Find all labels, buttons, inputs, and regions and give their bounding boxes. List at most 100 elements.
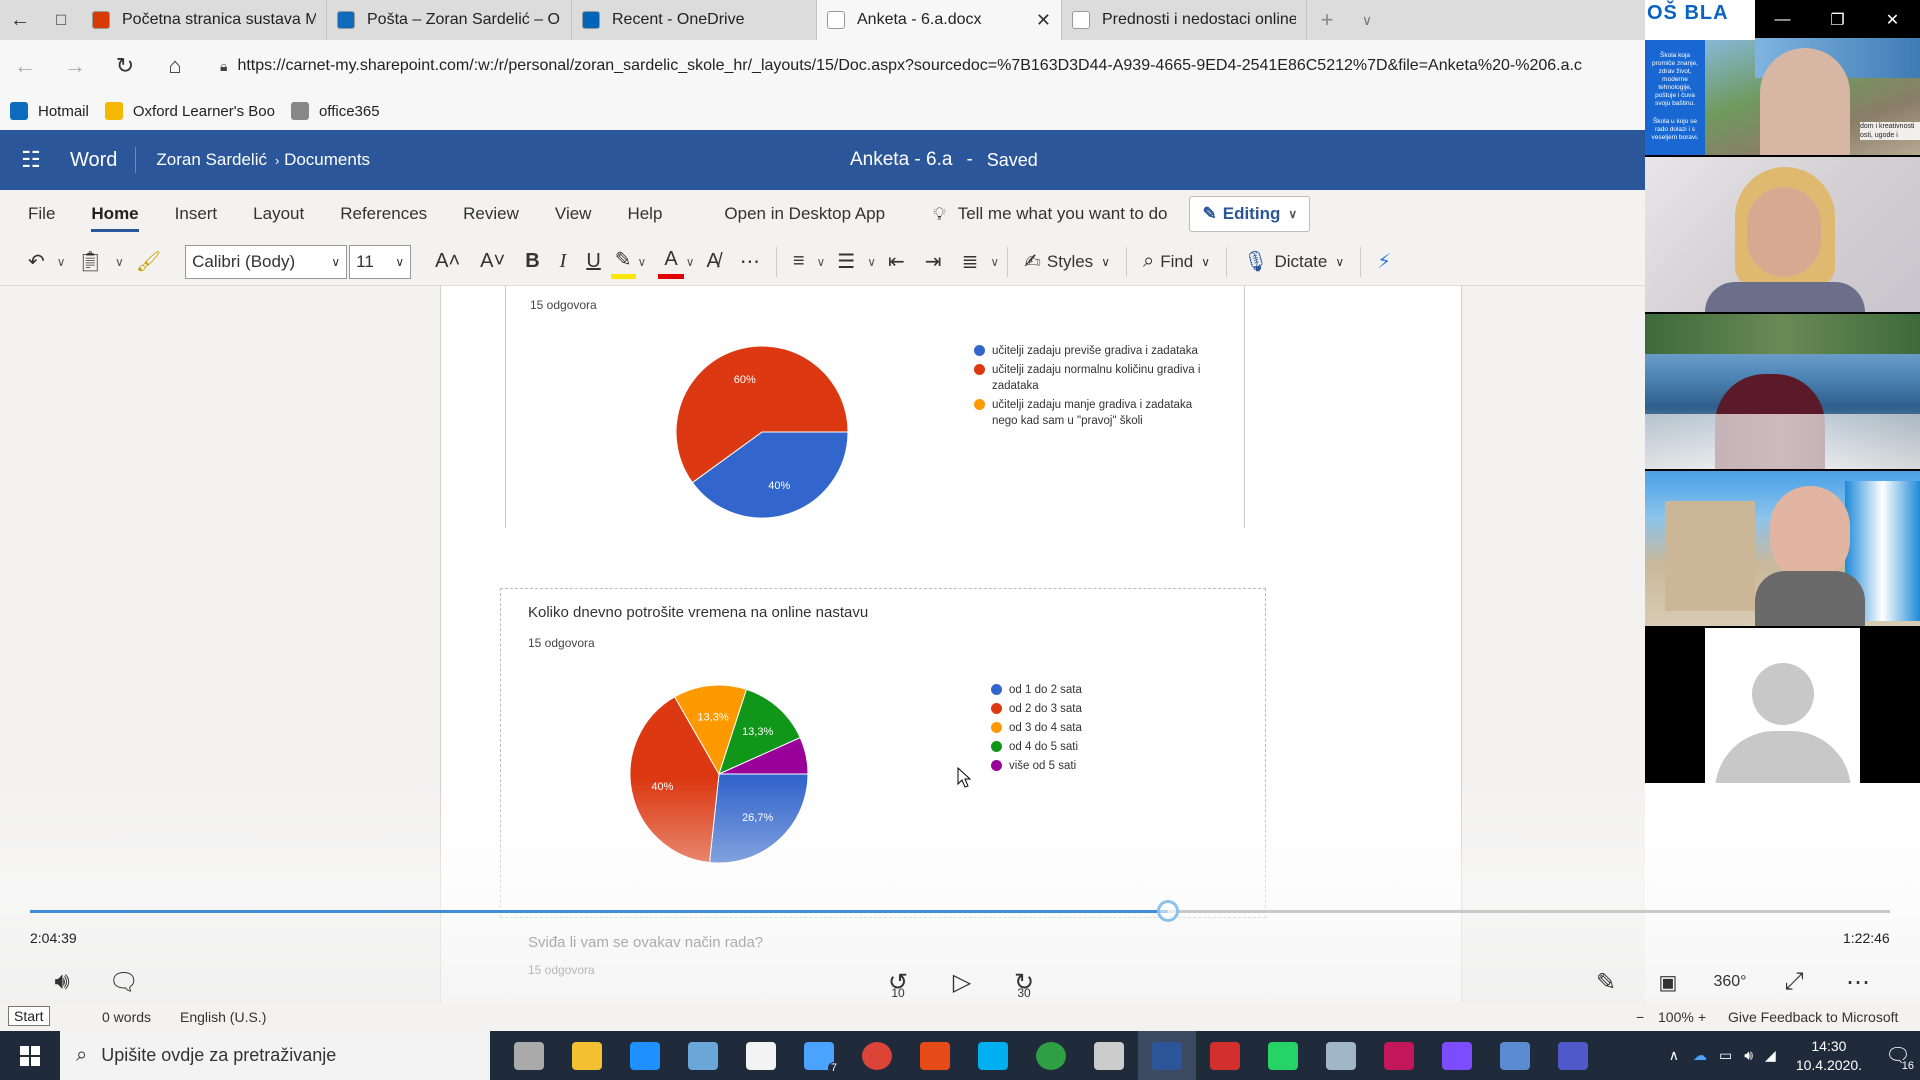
ribbon-tab[interactable]: References (322, 190, 445, 238)
zoom-level[interactable]: 100% (1658, 1009, 1694, 1025)
taskbar-app-icon[interactable] (1486, 1031, 1544, 1080)
url-field[interactable]: 🔒︎ https://carnet-my.sharepoint.com/:w:/… (210, 48, 1645, 84)
back-to-tabs-icon[interactable]: ← (0, 0, 40, 40)
taskbar-app-icon[interactable] (1312, 1031, 1370, 1080)
participant-tile-3[interactable] (1645, 314, 1920, 469)
taskbar-app-icon[interactable]: 7 (790, 1031, 848, 1080)
align-icon[interactable]: ≣ (952, 238, 989, 286)
taskbar-app-icon[interactable] (848, 1031, 906, 1080)
editing-mode-button[interactable]: ✎ Editing ∨ (1189, 196, 1311, 232)
taskbar-app-icon[interactable] (1428, 1031, 1486, 1080)
numbering-icon[interactable]: ☰ (827, 238, 865, 286)
browser-tab[interactable]: Recent - OneDrive (572, 0, 817, 40)
word-count[interactable]: 0 words (102, 1009, 151, 1025)
owner-name[interactable]: Zoran Sardelić (156, 150, 267, 170)
taskbar-app-icon[interactable] (1254, 1031, 1312, 1080)
favorite-link[interactable]: office365 (290, 102, 380, 120)
dictate-button[interactable]: 🎙︎ Dictate ∨ (1233, 238, 1354, 286)
taskbar-app-icon[interactable] (1022, 1031, 1080, 1080)
new-tab-button[interactable]: + (1307, 0, 1347, 40)
tray-chevron-icon[interactable]: ∧ (1669, 1047, 1679, 1064)
underline-icon[interactable]: U (576, 238, 610, 286)
paste-icon[interactable]: 📋︎ (68, 238, 113, 286)
italic-icon[interactable]: I (550, 238, 577, 286)
increase-indent-icon[interactable]: ⇥ (915, 238, 952, 286)
taskbar-app-icon[interactable] (674, 1031, 732, 1080)
browser-tab[interactable]: Početna stranica sustava Mi (82, 0, 327, 40)
font-color-dropdown-icon[interactable]: ∨ (684, 238, 697, 286)
bullets-icon[interactable]: ≡ (783, 238, 815, 286)
close-tab-icon[interactable]: ✕ (1036, 10, 1051, 31)
ribbon-tab[interactable]: Help (609, 190, 680, 238)
app-launcher-icon[interactable]: ☷ (0, 130, 62, 190)
minimize-icon[interactable]: — (1755, 0, 1810, 40)
taskbar-app-icon[interactable] (1196, 1031, 1254, 1080)
pen-icon[interactable]: ✎ (1588, 962, 1624, 1002)
taskbar-app-icon[interactable] (964, 1031, 1022, 1080)
fullscreen-icon[interactable]: ⤢ (1776, 962, 1812, 1002)
taskbar-app-icon[interactable] (906, 1031, 964, 1080)
font-family-select[interactable]: Calibri (Body) ∨ (185, 244, 348, 279)
favorite-link[interactable]: Hotmail (10, 102, 89, 120)
battery-icon[interactable]: ▭ (1719, 1047, 1732, 1064)
taskbar-app-icon[interactable] (500, 1031, 558, 1080)
ribbon-tab[interactable]: View (537, 190, 610, 238)
bullets-dropdown-icon[interactable]: ∨ (815, 238, 828, 286)
ribbon-tab[interactable]: Open in Desktop App (706, 190, 903, 238)
ribbon-tab[interactable]: Insert (157, 190, 236, 238)
captions-icon[interactable]: 🗨︎ (106, 962, 142, 1002)
paste-dropdown-icon[interactable]: ∨ (113, 238, 126, 286)
wifi-icon[interactable]: ◢ (1765, 1047, 1776, 1064)
clear-formatting-icon[interactable]: A̸ (696, 238, 729, 286)
language[interactable]: English (U.S.) (180, 1009, 266, 1025)
numbering-dropdown-icon[interactable]: ∨ (865, 238, 878, 286)
participant-tile-2[interactable] (1645, 157, 1920, 312)
decrease-indent-icon[interactable]: ⇤ (878, 238, 915, 286)
lightning-icon[interactable]: ⚡︎ (1367, 238, 1401, 286)
browser-tab[interactable]: Pošta – Zoran Sardelić – Ou (327, 0, 572, 40)
taskbar-app-icon[interactable] (1544, 1031, 1602, 1080)
ribbon-tab[interactable]: File (10, 190, 73, 238)
windows-start-icon[interactable] (0, 1031, 60, 1080)
tab-list-chevron-icon[interactable]: ∨ (1347, 0, 1387, 40)
home-button[interactable]: ⌂ (150, 40, 200, 92)
forward-button[interactable]: → (50, 40, 100, 92)
refresh-button[interactable]: ↻ (100, 40, 150, 92)
find-button[interactable]: ⌕ Find ∨ (1133, 238, 1220, 286)
taskbar-app-icon[interactable] (1370, 1031, 1428, 1080)
taskbar-app-icon[interactable] (558, 1031, 616, 1080)
document-title-area[interactable]: Anketa - 6.a - Saved (850, 130, 1038, 190)
back-button[interactable]: ← (0, 40, 50, 92)
ribbon-tab[interactable]: Review (445, 190, 537, 238)
font-color-icon[interactable]: A (658, 245, 684, 279)
taskbar-app-icon[interactable] (1138, 1031, 1196, 1080)
play-icon[interactable]: ▷ (944, 962, 980, 1002)
feedback-link[interactable]: Give Feedback to Microsoft (1728, 1009, 1898, 1025)
font-size-select[interactable]: 11 ∨ (349, 244, 412, 279)
rewind-button[interactable]: ↺ 10 (880, 962, 916, 1002)
browser-tab[interactable]: Anketa - 6.a.docx ✕ (817, 0, 1062, 40)
app-name[interactable]: Word (70, 149, 117, 172)
grow-font-icon[interactable]: A˄ (425, 238, 470, 286)
participant-tile-5[interactable] (1645, 628, 1920, 783)
more-options-icon[interactable]: ⋯ (730, 238, 770, 286)
favorite-link[interactable]: Oxford Learner's Boo (104, 102, 275, 120)
browser-tab[interactable]: Prednosti i nedostaci online (1062, 0, 1307, 40)
volume-tray-icon[interactable]: 🔊︎ (1744, 1047, 1753, 1064)
forward-button[interactable]: ↻ 30 (1006, 962, 1042, 1002)
undo-dropdown-icon[interactable]: ∨ (55, 238, 68, 286)
onedrive-icon[interactable]: ☁ (1693, 1047, 1707, 1064)
zoom-out-button[interactable]: − (1636, 1009, 1644, 1025)
taskbar-app-icon[interactable] (732, 1031, 790, 1080)
tab-actions-icon[interactable]: ☐ (40, 0, 82, 40)
ribbon-tab[interactable]: Layout (235, 190, 322, 238)
bold-icon[interactable]: B (515, 238, 549, 286)
styles-button[interactable]: ✍︎ Styles ∨ (1014, 238, 1120, 286)
breadcrumb[interactable]: › Documents (275, 150, 370, 170)
undo-icon[interactable]: ↶ (18, 238, 55, 286)
taskbar-search[interactable]: ⌕ Upišite ovdje za pretraživanje (60, 1031, 490, 1080)
align-dropdown-icon[interactable]: ∨ (988, 238, 1001, 286)
shrink-font-icon[interactable]: A˅ (470, 238, 515, 286)
video-progress-bar[interactable] (30, 900, 1890, 922)
mini-view-icon[interactable]: ▣ (1650, 962, 1686, 1002)
